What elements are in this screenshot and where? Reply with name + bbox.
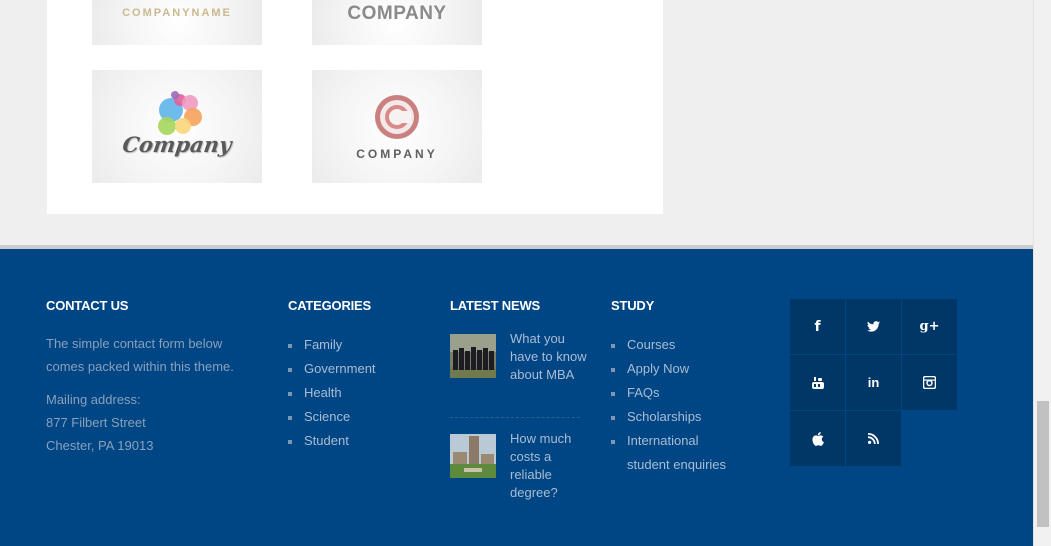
- study-link-apply-now[interactable]: Apply Now: [611, 357, 726, 381]
- logo-tile-company-circle[interactable]: COMPANY: [312, 70, 482, 183]
- instagram-icon: [923, 376, 936, 389]
- bubbles-logo-icon: [158, 91, 202, 135]
- twitter-button[interactable]: [846, 299, 901, 354]
- categories-title: CATEGORIES: [288, 298, 371, 313]
- page: COMPANYNAME COMPANY Company COMPANY CONT…: [0, 0, 1033, 546]
- instagram-button[interactable]: [902, 355, 957, 410]
- linkedin-button[interactable]: in: [846, 355, 901, 410]
- rss-button[interactable]: [846, 411, 901, 466]
- logo-caption: COMPANY: [356, 147, 438, 161]
- study-link-courses[interactable]: Courses: [611, 333, 726, 357]
- facebook-button[interactable]: f: [790, 299, 845, 354]
- news-thumbnail-campus[interactable]: [450, 434, 496, 478]
- partner-logos-panel: COMPANYNAME COMPANY Company COMPANY: [47, 0, 663, 214]
- category-link-family[interactable]: Family: [288, 333, 376, 357]
- facebook-icon: f: [814, 318, 821, 335]
- category-link-health[interactable]: Health: [288, 381, 376, 405]
- category-link-science[interactable]: Science: [288, 405, 376, 429]
- latest-news-title: LATEST NEWS: [450, 298, 540, 313]
- logo-caption: COMPANYNAME: [122, 7, 232, 19]
- graduates-photo-icon: [450, 334, 496, 378]
- mailing-street: 877 Filbert Street: [46, 415, 146, 430]
- site-footer: CONTACT US The simple contact form below…: [0, 249, 1033, 546]
- study-link-scholarships[interactable]: Scholarships: [611, 405, 726, 429]
- category-link-government[interactable]: Government: [288, 357, 376, 381]
- mailing-address-label: Mailing address:: [46, 392, 141, 407]
- categories-list: Family Government Health Science Student: [288, 333, 376, 453]
- study-link-international[interactable]: International: [611, 429, 726, 453]
- google-plus-button[interactable]: g+: [902, 299, 957, 354]
- twitter-icon: [867, 321, 880, 332]
- mailing-city: Chester, PA 19013: [46, 438, 154, 453]
- rss-icon: [868, 433, 879, 444]
- logo-tile-companyname[interactable]: COMPANYNAME: [92, 0, 262, 45]
- scrollbar-thumb[interactable]: [1037, 401, 1049, 527]
- google-plus-icon: g+: [919, 319, 940, 334]
- vertical-scrollbar[interactable]: [1033, 0, 1051, 546]
- study-link-international-cont[interactable]: student enquiries: [611, 453, 726, 477]
- logo-tile-company-grey[interactable]: COMPANY: [312, 0, 482, 45]
- apple-button[interactable]: [790, 411, 845, 466]
- youtube-button[interactable]: [790, 355, 845, 410]
- contact-description-line1: The simple contact form below: [46, 336, 223, 351]
- youtube-icon: [811, 376, 824, 389]
- contact-description-line2: comes packed within this theme.: [46, 359, 234, 374]
- category-link-student[interactable]: Student: [288, 429, 376, 453]
- logo-caption: Company: [120, 132, 234, 157]
- study-list: Courses Apply Now FAQs Scholarships Inte…: [611, 333, 726, 477]
- logo-caption: COMPANY: [347, 3, 447, 24]
- linkedin-icon: in: [867, 375, 880, 390]
- circle-c-logo-icon: [375, 95, 419, 139]
- news-link-degree[interactable]: How much costs a reliable degree?: [510, 430, 590, 502]
- news-thumbnail-graduates[interactable]: [450, 334, 496, 378]
- study-title: STUDY: [611, 298, 655, 313]
- campus-photo-icon: [450, 434, 496, 478]
- study-link-faqs[interactable]: FAQs: [611, 381, 726, 405]
- news-separator: [450, 417, 580, 418]
- apple-icon: [811, 431, 824, 446]
- news-link-mba[interactable]: What you have to know about MBA: [510, 330, 590, 384]
- logo-tile-company-bubbles[interactable]: Company: [92, 70, 262, 183]
- contact-title: CONTACT US: [46, 298, 129, 313]
